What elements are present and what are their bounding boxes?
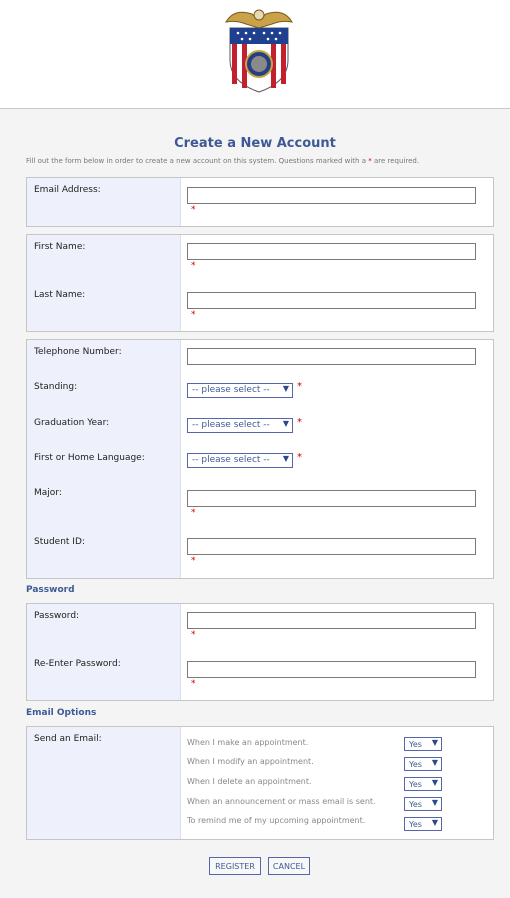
option-reminder: To remind me of my upcoming appointment. bbox=[187, 816, 366, 825]
graduation-year-label: Graduation Year: bbox=[34, 418, 110, 428]
last-name-field[interactable] bbox=[187, 292, 476, 309]
chevron-down-icon: ▼ bbox=[431, 758, 438, 767]
option-delete-appointment: When I delete an appointment. bbox=[187, 777, 312, 786]
language-select[interactable]: -- please select -- ▼ bbox=[187, 453, 293, 468]
required-marker: * bbox=[191, 630, 196, 640]
form-instructions: Fill out the form below in order to crea… bbox=[26, 157, 420, 165]
student-id-field[interactable] bbox=[187, 538, 476, 555]
password-section: Password: * Re-Enter Password: * bbox=[26, 603, 494, 701]
chevron-down-icon: ▼ bbox=[431, 778, 438, 787]
email-options-heading: Email Options bbox=[26, 708, 97, 718]
major-label: Major: bbox=[34, 488, 62, 498]
option-reminder-select[interactable]: Yes ▼ bbox=[404, 817, 442, 831]
email-label: Email Address: bbox=[34, 185, 101, 195]
option-delete-appointment-select[interactable]: Yes ▼ bbox=[404, 777, 442, 791]
standing-label: Standing: bbox=[34, 382, 78, 392]
password-heading: Password bbox=[26, 585, 75, 595]
language-select-value: -- please select -- bbox=[192, 455, 270, 465]
chevron-down-icon: ▼ bbox=[431, 818, 438, 827]
option-modify-appointment-select[interactable]: Yes ▼ bbox=[404, 757, 442, 771]
option-make-appointment-select[interactable]: Yes ▼ bbox=[404, 737, 442, 751]
required-marker: * bbox=[191, 310, 196, 320]
required-marker: * bbox=[191, 556, 196, 566]
chevron-down-icon: ▼ bbox=[431, 798, 438, 807]
standing-select-value: -- please select -- bbox=[192, 385, 270, 395]
email-section: Email Address: * bbox=[26, 177, 494, 227]
register-button[interactable]: REGISTER bbox=[209, 857, 261, 875]
chevron-down-icon: ▼ bbox=[282, 419, 289, 428]
profile-section: Telephone Number: Standing: -- please se… bbox=[26, 339, 494, 579]
chevron-down-icon: ▼ bbox=[282, 454, 289, 463]
reenter-password-label: Re-Enter Password: bbox=[34, 659, 121, 669]
graduation-year-select-value: -- please select -- bbox=[192, 420, 270, 430]
select-value: Yes bbox=[409, 760, 422, 769]
graduation-year-select[interactable]: -- please select -- ▼ bbox=[187, 418, 293, 433]
chevron-down-icon: ▼ bbox=[282, 384, 289, 393]
major-field[interactable] bbox=[187, 490, 476, 507]
last-name-label: Last Name: bbox=[34, 290, 86, 300]
required-marker: * bbox=[191, 205, 196, 215]
name-section: First Name: * Last Name: * bbox=[26, 234, 494, 332]
telephone-field[interactable] bbox=[187, 348, 476, 365]
select-value: Yes bbox=[409, 780, 422, 789]
email-options-section: Send an Email: When I make an appointmen… bbox=[26, 726, 494, 840]
password-label: Password: bbox=[34, 611, 80, 621]
required-marker: * bbox=[191, 508, 196, 518]
required-marker: * bbox=[191, 679, 196, 689]
send-email-label: Send an Email: bbox=[34, 734, 102, 744]
first-name-field[interactable] bbox=[187, 243, 476, 260]
password-field[interactable] bbox=[187, 612, 476, 629]
reenter-password-field[interactable] bbox=[187, 661, 476, 678]
required-marker: * bbox=[191, 261, 196, 271]
chevron-down-icon: ▼ bbox=[431, 738, 438, 747]
email-field[interactable] bbox=[187, 187, 476, 204]
required-marker: * bbox=[297, 381, 302, 392]
required-marker: * bbox=[297, 417, 302, 428]
select-value: Yes bbox=[409, 820, 422, 829]
page-title: Create a New Account bbox=[174, 136, 336, 151]
select-value: Yes bbox=[409, 800, 422, 809]
option-announcement-select[interactable]: Yes ▼ bbox=[404, 797, 442, 811]
page-header bbox=[0, 0, 510, 109]
crest-logo-icon bbox=[225, 9, 293, 93]
first-name-label: First Name: bbox=[34, 242, 86, 252]
student-id-label: Student ID: bbox=[34, 537, 85, 547]
option-modify-appointment: When I modify an appointment. bbox=[187, 757, 314, 766]
option-make-appointment: When I make an appointment. bbox=[187, 738, 309, 747]
option-announcement: When an announcement or mass email is se… bbox=[187, 797, 376, 806]
telephone-label: Telephone Number: bbox=[34, 347, 122, 357]
language-label: First or Home Language: bbox=[34, 453, 145, 463]
select-value: Yes bbox=[409, 740, 422, 749]
required-marker: * bbox=[297, 452, 302, 463]
cancel-button[interactable]: CANCEL bbox=[268, 857, 310, 875]
standing-select[interactable]: -- please select -- ▼ bbox=[187, 383, 293, 398]
